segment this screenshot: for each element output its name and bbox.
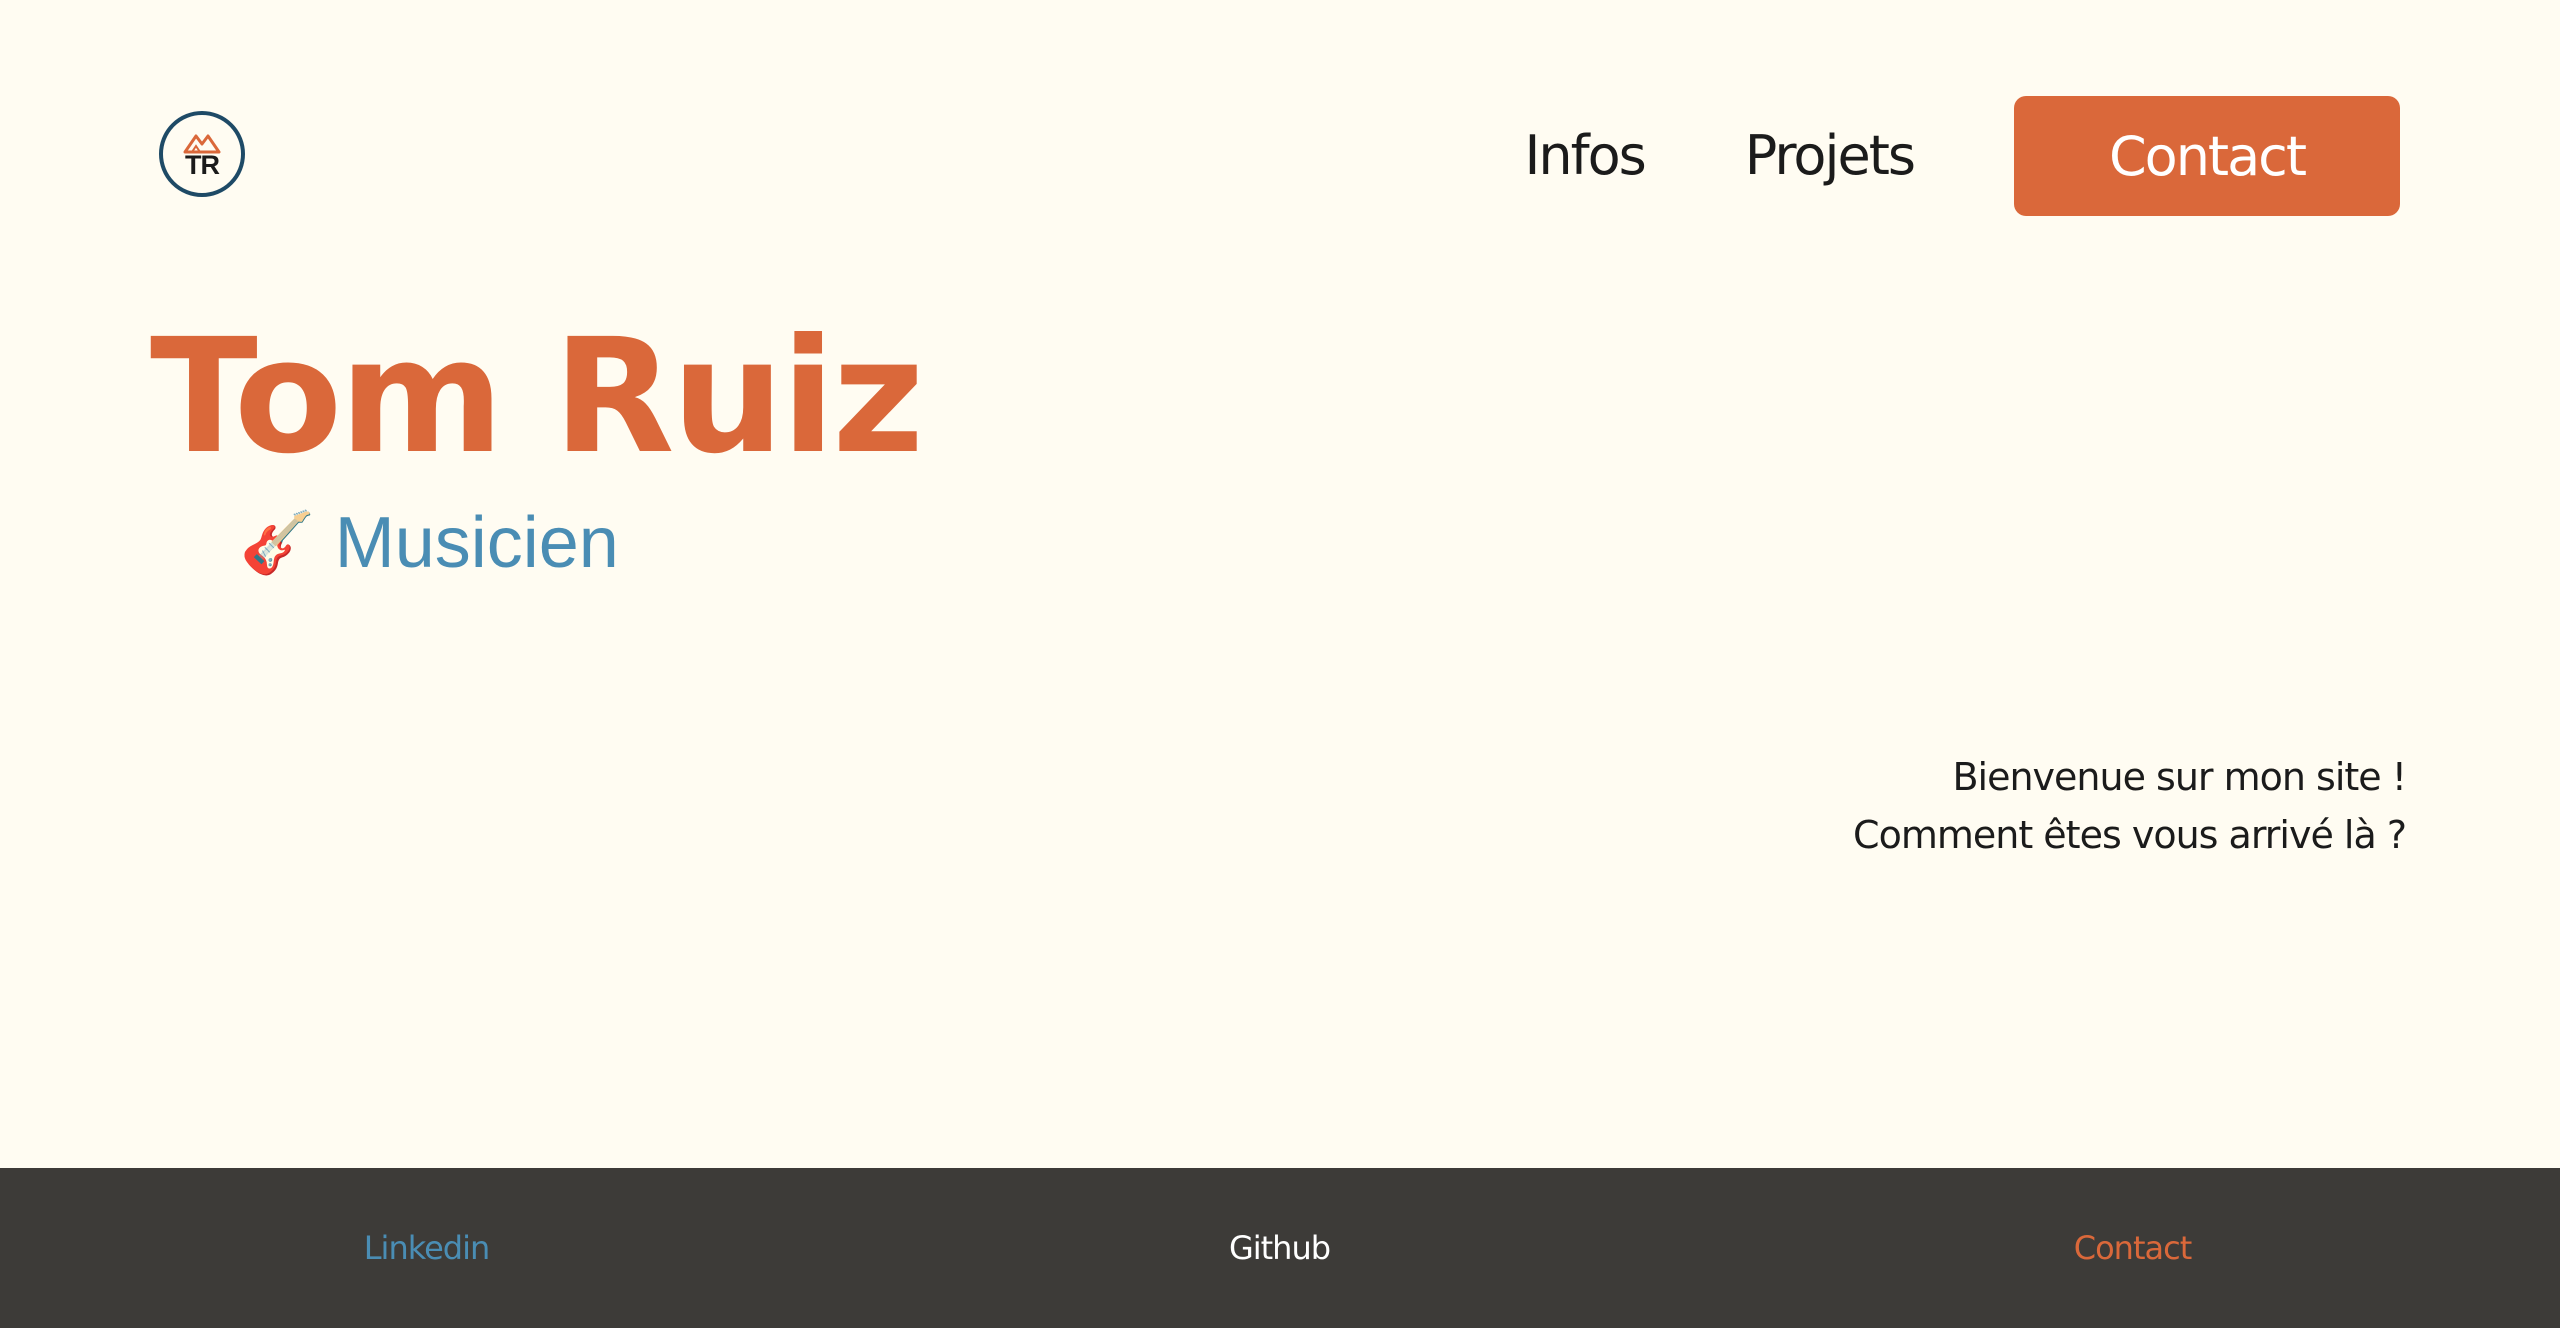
logo-text: TR <box>185 149 220 180</box>
nav-contact-button[interactable]: Contact <box>2014 96 2400 216</box>
welcome-text: Bienvenue sur mon site ! Comment êtes vo… <box>1853 748 2407 864</box>
hero-role: 🎸 Musicien <box>168 500 800 586</box>
footer-contact-link[interactable]: Contact <box>1706 1229 2559 1267</box>
guitar-icon: 🎸 <box>240 509 315 576</box>
page: TR Infos Projets Contact Tom Ruiz 🎸 Musi… <box>0 0 2560 1328</box>
site-footer: Linkedin Github Contact <box>0 1168 2560 1328</box>
hero-name: Tom Ruiz <box>150 305 924 489</box>
footer-github-link[interactable]: Github <box>853 1229 1706 1267</box>
footer-linkedin-link[interactable]: Linkedin <box>0 1229 853 1267</box>
nav-projets[interactable]: Projets <box>1745 96 1916 216</box>
main-nav: Infos Projets Contact <box>1524 96 2400 216</box>
nav-infos[interactable]: Infos <box>1524 96 1646 216</box>
role-label: Musicien <box>334 503 619 583</box>
welcome-line-2: Comment êtes vous arrivé là ? <box>1853 813 2407 857</box>
site-logo[interactable]: TR <box>159 111 245 197</box>
welcome-line-1: Bienvenue sur mon site ! <box>1952 755 2407 799</box>
